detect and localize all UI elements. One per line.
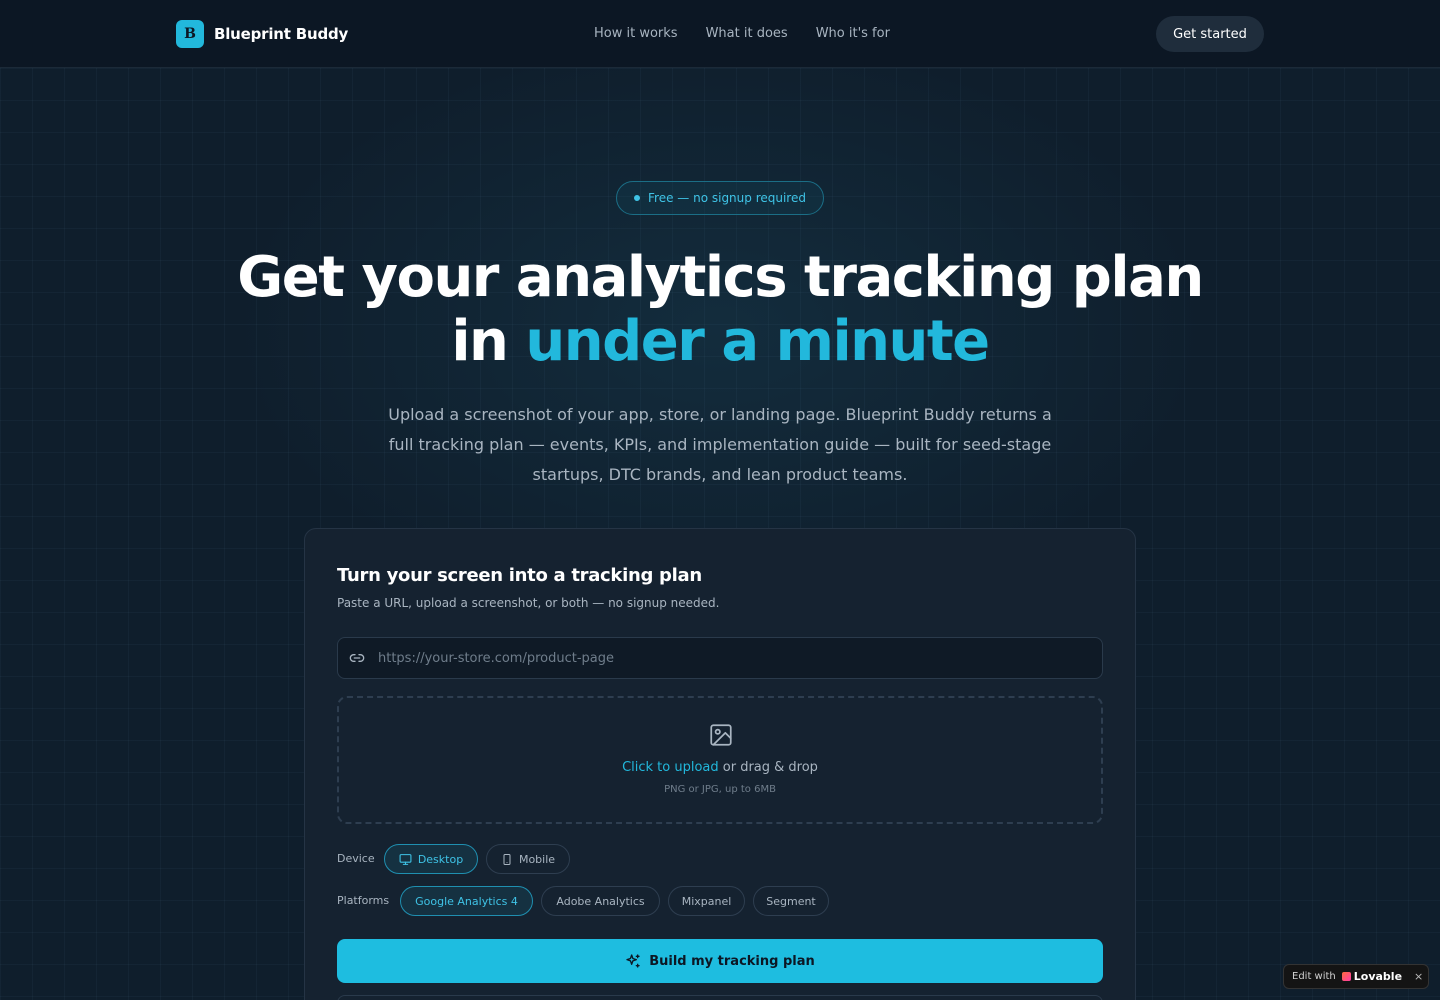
click-to-upload-link[interactable]: Click to upload: [622, 760, 719, 775]
upload-dropzone[interactable]: Click to upload or drag & drop PNG or JP…: [337, 696, 1103, 824]
nav-link-how-it-works[interactable]: How it works: [594, 24, 678, 44]
url-input[interactable]: [378, 650, 1078, 666]
hero-subtitle: Upload a screenshot of your app, store, …: [388, 405, 1052, 484]
drag-drop-text: or drag & drop: [718, 760, 818, 775]
device-desktop-chip[interactable]: Desktop: [384, 844, 478, 874]
free-badge: Free — no signup required: [616, 181, 824, 215]
device-label: Device: [337, 852, 375, 865]
hero-title-accent: under a minute: [525, 309, 990, 374]
close-icon[interactable]: ×: [1414, 970, 1423, 983]
nav-link-what-it-does[interactable]: What it does: [706, 24, 788, 44]
nav-links: How it works What it does Who it's for: [594, 24, 918, 44]
platform-chip-segment[interactable]: Segment: [753, 886, 829, 916]
logo-mark-icon: B: [176, 20, 204, 48]
nav-link-who-its-for[interactable]: Who it's for: [816, 24, 890, 44]
smartphone-icon: [501, 853, 513, 866]
platforms-label: Platforms: [337, 894, 390, 907]
upload-instructions: Click to upload or drag & drop: [339, 760, 1101, 775]
card-title: Turn your screen into a tracking plan: [337, 565, 702, 586]
device-mobile-label: Mobile: [518, 852, 556, 866]
lovable-brand: Lovable: [1353, 970, 1403, 983]
lovable-badge[interactable]: Edit with Lovable ×: [1283, 964, 1429, 989]
brand-logo[interactable]: B Blueprint Buddy: [176, 20, 348, 48]
image-icon: [708, 722, 734, 752]
get-started-button[interactable]: Get started: [1156, 16, 1264, 52]
device-mobile-chip[interactable]: Mobile: [486, 844, 570, 874]
build-plan-button[interactable]: Build my tracking plan: [337, 939, 1103, 983]
platform-chip-adobe[interactable]: Adobe Analytics: [541, 886, 660, 916]
card-secondary-panel: [337, 995, 1103, 1000]
platform-chip-mixpanel[interactable]: Mixpanel: [668, 886, 745, 916]
build-plan-label: Build my tracking plan: [649, 953, 815, 969]
top-nav: B Blueprint Buddy How it works What it d…: [0, 0, 1440, 68]
lovable-prefix: Edit with: [1292, 971, 1336, 982]
lovable-heart-icon: [1341, 972, 1351, 981]
badge-dot-icon: [634, 195, 640, 201]
monitor-icon: [399, 853, 412, 866]
free-badge-label: Free — no signup required: [648, 191, 806, 205]
brand-name: Blueprint Buddy: [214, 25, 349, 43]
upload-hint: PNG or JPG, up to 6MB: [664, 784, 776, 795]
card-subtitle: Paste a URL, upload a screenshot, or bot…: [337, 596, 720, 610]
hero-title: Get your analytics tracking plan in unde…: [220, 246, 1220, 374]
url-field: [337, 637, 1103, 679]
link-icon: [348, 649, 366, 667]
upload-card: Turn your screen into a tracking plan Pa…: [304, 528, 1136, 1000]
sparkles-icon: [625, 953, 641, 969]
device-desktop-label: Desktop: [417, 852, 464, 866]
platform-chip-ga4[interactable]: Google Analytics 4: [400, 886, 533, 916]
